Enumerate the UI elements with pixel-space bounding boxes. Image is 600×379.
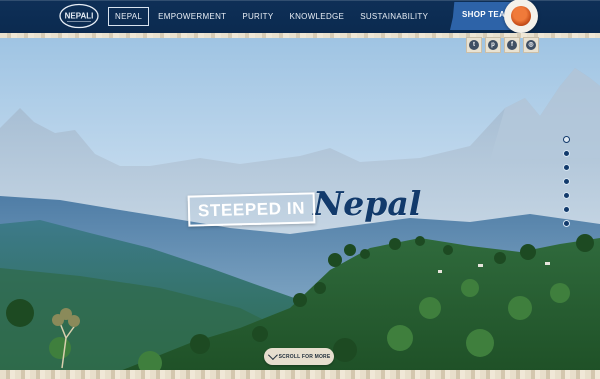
- site-header: NEPALI NEPAL EMPOWERMENT PURITY KNOWLEDG…: [0, 0, 600, 35]
- logo-text: NEPALI: [65, 12, 94, 21]
- slide-dot[interactable]: [563, 192, 570, 199]
- chevron-down-icon: [267, 350, 278, 361]
- slide-dot[interactable]: [563, 206, 570, 213]
- hero-title: STEEPED IN Nepal: [187, 181, 422, 227]
- nav-sustainability[interactable]: SUSTAINABILITY: [353, 7, 435, 26]
- slide-dot[interactable]: [563, 150, 570, 157]
- hero-title-boxed: STEEPED IN: [187, 192, 316, 227]
- nav-empowerment[interactable]: EMPOWERMENT: [151, 7, 233, 26]
- main-nav: NEPAL EMPOWERMENT PURITY KNOWLEDGE SUSTA…: [108, 7, 437, 26]
- facebook-icon[interactable]: f: [504, 37, 520, 53]
- scroll-label: SCROLL FOR MORE: [278, 353, 331, 360]
- bottom-torn-edge: [0, 370, 600, 379]
- pinterest-icon[interactable]: p: [485, 37, 501, 53]
- slide-pagination: [563, 136, 570, 234]
- nav-purity[interactable]: PURITY: [235, 7, 280, 26]
- twitter-icon[interactable]: t: [466, 37, 482, 53]
- nav-nepal[interactable]: NEPAL: [108, 7, 150, 26]
- slide-dot[interactable]: [563, 164, 570, 171]
- tea-cup-icon[interactable]: [504, 0, 538, 33]
- nepali-logo[interactable]: NEPALI: [58, 3, 100, 29]
- slide-dot[interactable]: [563, 220, 570, 227]
- instagram-icon[interactable]: ◎: [523, 37, 539, 53]
- slide-dot[interactable]: [563, 178, 570, 185]
- nav-knowledge[interactable]: KNOWLEDGE: [282, 7, 351, 26]
- hero-title-script: Nepal: [313, 184, 422, 223]
- social-links: t p f ◎: [466, 37, 542, 53]
- shop-teas-button[interactable]: SHOP TEAS: [450, 0, 600, 35]
- slide-dot[interactable]: [563, 136, 570, 143]
- scroll-for-more-button[interactable]: SCROLL FOR MORE: [264, 348, 334, 365]
